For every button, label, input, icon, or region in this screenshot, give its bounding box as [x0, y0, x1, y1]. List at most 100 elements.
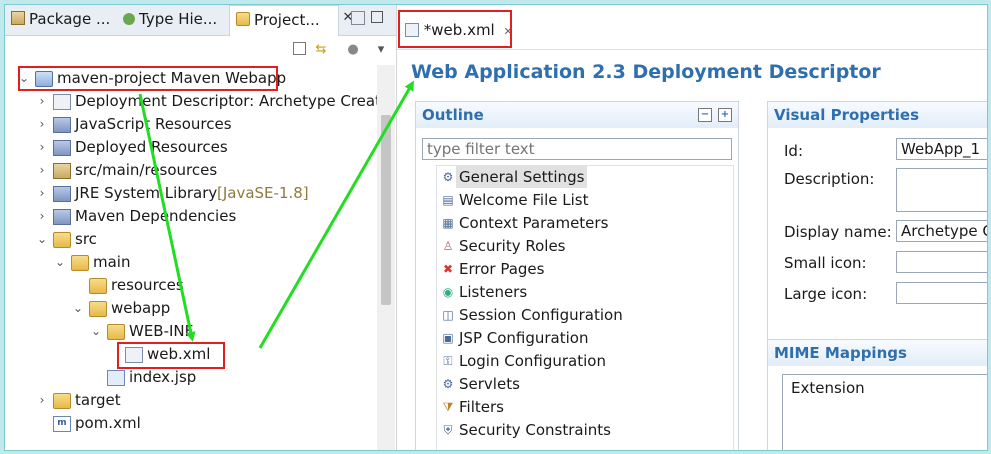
expanded-twisty-icon[interactable]: ⌄: [71, 297, 85, 319]
mime-mappings-table[interactable]: Extension: [782, 374, 987, 450]
tree-item-label: WEB-INF: [129, 322, 194, 340]
minimize-icon[interactable]: [351, 11, 365, 25]
tree-scrollbar[interactable]: [377, 65, 395, 450]
description-field[interactable]: [896, 168, 987, 212]
large-icon-field[interactable]: [896, 282, 987, 304]
outline-item[interactable]: ▦ Context Parameters: [437, 212, 727, 234]
collapsed-twisty-icon[interactable]: ›: [35, 389, 49, 411]
outline-item[interactable]: ♙ Security Roles: [437, 235, 727, 257]
outline-header: Outline − +: [416, 102, 738, 128]
id-label: Id:: [784, 142, 803, 160]
tab-type-hierarchy[interactable]: Type Hie...: [117, 5, 227, 34]
tree-item-label: Deployed Resources: [75, 138, 228, 156]
folder-icon: [53, 393, 71, 409]
outline-item[interactable]: ⚙ Servlets: [437, 373, 727, 395]
tree-item-label: src: [75, 230, 97, 248]
outline-item[interactable]: ⚿ Login Configuration: [437, 350, 727, 372]
folder-icon: [89, 278, 107, 294]
scrollbar-thumb[interactable]: [381, 115, 391, 305]
id-field[interactable]: WebApp_1: [896, 138, 987, 160]
outline-filter-input[interactable]: [422, 138, 732, 160]
display-name-field[interactable]: Archetype C: [896, 220, 987, 242]
jsp-config-icon: ▣: [442, 331, 454, 345]
expand-icon[interactable]: +: [718, 108, 732, 122]
deployment-descriptor-icon: [53, 94, 71, 110]
servlet-icon: ⚙: [442, 377, 454, 391]
collapsed-twisty-icon[interactable]: ›: [35, 90, 49, 112]
collapsed-twisty-icon[interactable]: ›: [35, 182, 49, 204]
collapse-all-icon[interactable]: [293, 42, 306, 55]
visual-properties-header: Visual Properties: [768, 102, 987, 128]
tab-package-explorer[interactable]: Package ...: [5, 5, 115, 34]
outline-item-label: Welcome File List: [459, 191, 589, 209]
tree-item-label: Maven Dependencies: [75, 207, 237, 225]
tab-label: Project...: [254, 11, 320, 29]
collapsed-twisty-icon[interactable]: ›: [35, 113, 49, 135]
tab-project-explorer[interactable]: Project...: [229, 5, 339, 36]
outline-item[interactable]: ◉ Listeners: [437, 281, 727, 303]
editor-title: Web Application 2.3 Deployment Descripto…: [411, 61, 881, 83]
tab-label: Package ...: [29, 10, 111, 28]
collapse-icon[interactable]: −: [698, 108, 712, 122]
outline-item-label: Security Constraints: [459, 421, 611, 439]
collapsed-twisty-icon[interactable]: ›: [35, 205, 49, 227]
highlight-editor-tab: [398, 10, 512, 48]
editor-area: *web.xml ✕ Web Application 2.3 Deploymen…: [397, 5, 987, 450]
outline-section: Outline − + ⚙General Settings▤Welcome Fi…: [415, 101, 739, 450]
description-label: Description:: [784, 170, 875, 188]
small-icon-field[interactable]: [896, 251, 987, 273]
tree-item-label: webapp: [111, 299, 171, 317]
outline-item-label: General Settings: [456, 166, 588, 188]
collapsed-twisty-icon[interactable]: ›: [35, 136, 49, 158]
expanded-twisty-icon[interactable]: ⌄: [89, 320, 103, 342]
outline-item[interactable]: ⧩ Filters: [437, 396, 727, 418]
outline-heading: Outline: [422, 106, 484, 124]
display-name-label: Display name:: [784, 223, 892, 241]
outline-item[interactable]: ▤ Welcome File List: [437, 189, 727, 211]
outline-item[interactable]: ⚙ General Settings: [437, 166, 727, 188]
pom-file-icon: m: [53, 416, 71, 432]
link-with-editor-icon[interactable]: ⇆: [313, 42, 329, 58]
outline-item-label: Servlets: [459, 375, 520, 393]
outline-item[interactable]: ✖ Error Pages: [437, 258, 727, 280]
small-icon-label: Small icon:: [784, 254, 867, 272]
expanded-twisty-icon[interactable]: ⌄: [53, 251, 67, 273]
folder-icon: [89, 301, 107, 317]
tree-item-label: pom.xml: [75, 414, 141, 432]
listener-icon: ◉: [442, 285, 454, 299]
highlight-project: [18, 66, 278, 91]
tree-item-decoration: [JavaSE-1.8]: [217, 184, 309, 202]
tab-label: Type Hie...: [139, 10, 218, 28]
hierarchy-icon: [123, 13, 135, 25]
tree-item-label: src/main/resources: [75, 161, 218, 179]
parameters-icon: ▦: [442, 216, 454, 230]
expanded-twisty-icon[interactable]: ⌄: [35, 228, 49, 250]
large-icon-label: Large icon:: [784, 285, 868, 303]
outline-item[interactable]: ⛨ Security Constraints: [437, 419, 727, 441]
jsp-file-icon: [107, 370, 125, 386]
tree-item-label: JavaScript Resources: [75, 115, 232, 133]
javascript-resources-icon: [53, 117, 71, 133]
session-icon: ◫: [442, 308, 454, 322]
outline-item-label: JSP Configuration: [459, 329, 589, 347]
outline-item-label: Login Configuration: [459, 352, 606, 370]
outline-item-label: Listeners: [459, 283, 528, 301]
welcome-list-icon: ▤: [442, 193, 454, 207]
mime-mappings-section: MIME Mappings Extension: [767, 339, 987, 450]
outline-item-label: Security Roles: [459, 237, 566, 255]
outline-item[interactable]: ◫ Session Configuration: [437, 304, 727, 326]
focus-icon[interactable]: ●: [345, 42, 361, 58]
extension-column-header: Extension: [791, 379, 865, 397]
outline-item-label: Filters: [459, 398, 504, 416]
error-page-icon: ✖: [442, 262, 454, 276]
collapsed-twisty-icon[interactable]: ›: [35, 159, 49, 181]
project-tree: ⌄ maven-project Maven Webapp › Deployment D…: [5, 67, 377, 450]
folder-icon: [53, 232, 71, 248]
explorer-toolbar: ⇆ ● ▾: [5, 36, 396, 64]
security-constraint-icon: ⛨: [443, 423, 453, 437]
deployed-resources-icon: [53, 140, 71, 156]
project-explorer-icon: [236, 12, 250, 26]
maximize-icon[interactable]: [371, 11, 383, 23]
view-menu-icon[interactable]: ▾: [373, 42, 389, 58]
outline-item[interactable]: ▣ JSP Configuration: [437, 327, 727, 349]
